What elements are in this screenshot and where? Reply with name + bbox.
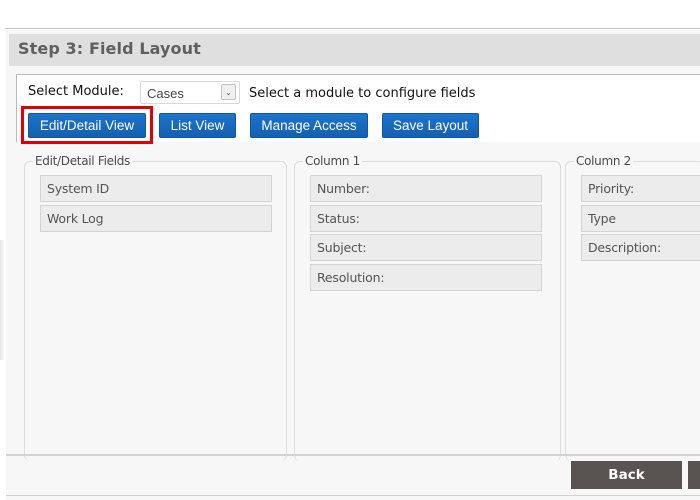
module-select-value[interactable]: Cases xyxy=(147,86,184,101)
field-resolution[interactable]: Resolution: xyxy=(310,264,542,291)
top-divider xyxy=(5,28,700,29)
save-layout-button[interactable]: Save Layout xyxy=(382,113,479,138)
select-module-label: Select Module: xyxy=(28,84,124,99)
field-type[interactable]: Type xyxy=(581,205,700,232)
left-edge-shadow xyxy=(0,240,4,360)
list-view-button[interactable]: List View xyxy=(159,113,236,138)
field-status[interactable]: Status: xyxy=(310,205,542,232)
edit-detail-fields-legend: Edit/Detail Fields xyxy=(33,154,132,168)
footer-bottom-divider xyxy=(6,495,700,496)
field-description[interactable]: Description: xyxy=(581,234,700,261)
module-hint-text: Select a module to configure fields xyxy=(249,86,476,101)
chevron-down-icon[interactable]: ⌄ xyxy=(221,84,236,100)
column1-legend: Column 1 xyxy=(303,154,363,168)
field-system-id[interactable]: System ID xyxy=(40,175,272,202)
column2-legend: Column 2 xyxy=(574,154,634,168)
edit-detail-view-button[interactable]: Edit/Detail View xyxy=(28,113,146,138)
field-priority[interactable]: Priority: xyxy=(581,175,700,202)
footer-divider xyxy=(6,454,700,456)
manage-access-button[interactable]: Manage Access xyxy=(250,113,368,138)
next-button-partial[interactable] xyxy=(688,461,700,489)
field-subject[interactable]: Subject: xyxy=(310,234,542,261)
field-number[interactable]: Number: xyxy=(310,175,542,202)
field-work-log[interactable]: Work Log xyxy=(40,205,272,232)
step-title: Step 3: Field Layout xyxy=(18,39,201,58)
back-button[interactable]: Back xyxy=(571,461,682,489)
